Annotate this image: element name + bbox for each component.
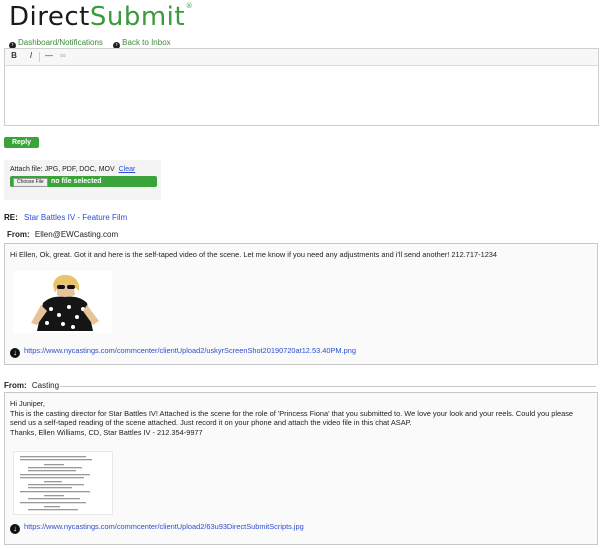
back-to-inbox-link[interactable]: › Back to Inbox	[113, 38, 171, 49]
file-input[interactable]: Choose File no file selected	[10, 176, 157, 187]
logo-part-submit: Submit	[89, 2, 186, 32]
editor-text-area[interactable]	[5, 66, 598, 125]
reply-editor: B I — ∞	[4, 48, 599, 126]
reply-now-button[interactable]: Reply Now	[4, 137, 39, 157]
download-icon[interactable]: ↓	[10, 524, 20, 534]
message2-from-label: From:	[4, 381, 27, 390]
horizontal-rule-button[interactable]: —	[44, 51, 54, 60]
message2-signoff: Thanks, Ellen Williams, CD, Star Battles…	[10, 427, 203, 437]
toolbar-divider	[39, 52, 40, 62]
directsubmit-logo: DirectSubmit ®	[9, 2, 193, 32]
download-icon[interactable]: ↓	[10, 348, 20, 358]
subject-line: RE: Star Battles IV - Feature Film	[4, 213, 127, 222]
message1-attachment-link-row: ↓ https://www.nycastings.com/commcenter/c…	[10, 346, 356, 358]
attach-file-label: Attach file: JPG, PDF, DOC, MOV	[10, 166, 115, 173]
clear-attachment-link[interactable]: Clear	[119, 166, 136, 173]
subject-link[interactable]: Star Battles IV - Feature Film	[24, 213, 127, 222]
message2-body: Hi Juniper, This is the casting director…	[10, 399, 591, 437]
message2-card: Hi Juniper, This is the casting director…	[4, 392, 598, 545]
editor-toolbar: B I — ∞	[5, 49, 598, 66]
message2-greeting: Hi Juniper,	[10, 399, 45, 408]
message2-text: This is the casting director for Star Ba…	[10, 408, 574, 428]
message2-header-rule	[60, 386, 596, 387]
dashboard-link-label: Dashboard/Notifications	[18, 38, 103, 47]
bold-button[interactable]: B	[9, 51, 19, 60]
message1-body: Hi Ellen, Ok, great. Got it and here is …	[10, 250, 498, 259]
message1-from-label: From:	[7, 230, 30, 239]
choose-file-button[interactable]: Choose File	[13, 178, 48, 187]
italic-button[interactable]: I	[26, 51, 36, 60]
logo-part-direct: Direct	[9, 2, 90, 32]
dashboard-link[interactable]: › Dashboard/Notifications	[9, 38, 103, 49]
message1-attachment-image[interactable]	[13, 271, 112, 333]
file-status: no file selected	[51, 178, 102, 185]
registered-mark: ®	[185, 2, 194, 10]
message2-attachment-link[interactable]: https://www.nycastings.com/commcenter/cl…	[24, 522, 304, 531]
attach-file-panel: Attach file: JPG, PDF, DOC, MOV Clear Ch…	[4, 160, 161, 200]
message2-attachment-link-row: ↓ https://www.nycastings.com/commcenter/c…	[10, 522, 304, 534]
message1-from-value: Ellen@EWCasting.com	[34, 230, 119, 239]
message2-script-image[interactable]	[13, 451, 113, 515]
link-button[interactable]: ∞	[58, 51, 68, 60]
message2-from: From: Casting	[4, 381, 59, 390]
message2-from-value: Casting	[31, 381, 60, 390]
subject-label: RE:	[4, 213, 18, 222]
inbox-link-label: Back to Inbox	[122, 38, 171, 47]
message1-card: Hi Ellen, Ok, great. Got it and here is …	[4, 243, 598, 365]
attach-file-label-row: Attach file: JPG, PDF, DOC, MOV Clear	[10, 166, 135, 173]
message1-from: From: Ellen@EWCasting.com	[7, 230, 118, 239]
message1-attachment-link[interactable]: https://www.nycastings.com/commcenter/cl…	[24, 346, 356, 355]
